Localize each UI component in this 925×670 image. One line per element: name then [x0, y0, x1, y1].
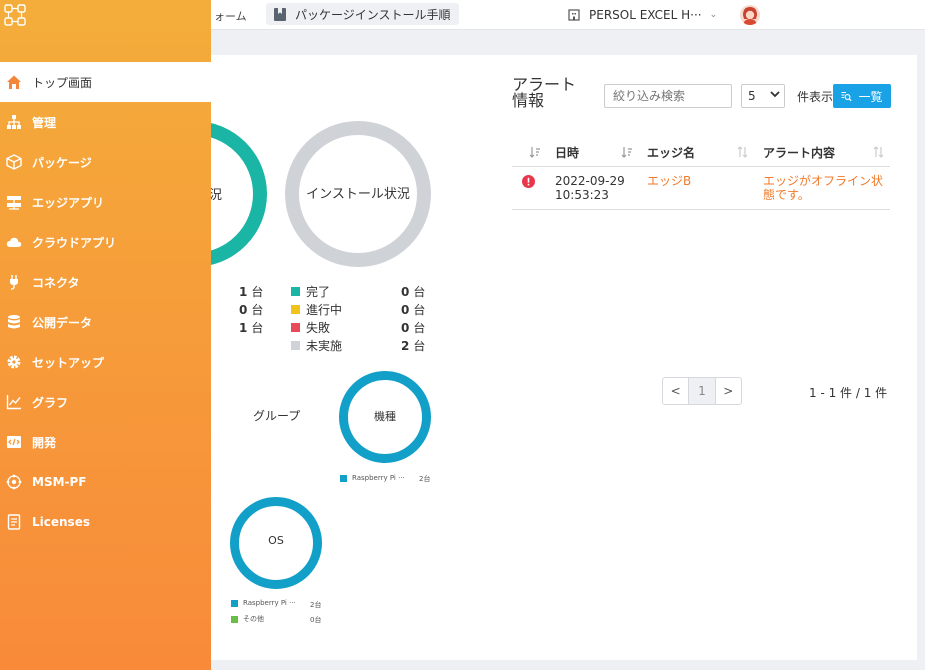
install-legend-complete: 完了: [291, 283, 330, 300]
sidebar-item-setup[interactable]: セットアップ: [0, 342, 211, 382]
sidebar: トップ画面 管理 パッケージ エッジアプリ クラウドアプリ コネクタ 公開データ…: [0, 0, 211, 670]
chevron-down-icon: ⌄: [709, 10, 718, 20]
sort-edge-name-icon[interactable]: [737, 146, 749, 158]
sidebar-item-public-data[interactable]: 公開データ: [0, 302, 211, 342]
sidebar-item-graph[interactable]: グラフ: [0, 382, 211, 422]
app-logo-icon[interactable]: [4, 4, 26, 26]
home-icon: [7, 75, 21, 89]
status-count-1: 1台: [239, 285, 264, 299]
model-donut-title: 機種: [374, 410, 396, 423]
building-icon: [568, 9, 580, 21]
dashboard-panel: 況 1台 0台 1台 インストール状況 完了 進行中 失敗 未実施 0台 0台 …: [121, 55, 917, 660]
user-avatar[interactable]: [740, 5, 760, 25]
search-list-icon: [841, 91, 853, 101]
sidebar-item-edge-app[interactable]: エッジアプリ: [0, 182, 211, 222]
sidebar-item-licenses[interactable]: Licenses: [0, 502, 211, 542]
pagination-prev-button[interactable]: <: [663, 378, 688, 404]
breadcrumb-fragment[interactable]: ォーム: [214, 8, 247, 24]
package-install-tab-label: パッケージインストール手順: [295, 7, 451, 22]
per-page-label: 件表示: [797, 90, 834, 104]
status-count-2: 0台: [239, 303, 264, 317]
os-legend-other-count: 0台: [310, 616, 322, 624]
page-size-select[interactable]: 5: [741, 84, 785, 108]
box-icon: [6, 154, 22, 170]
sidebar-item-connector[interactable]: コネクタ: [0, 262, 211, 302]
pagination-page-1[interactable]: 1: [688, 378, 716, 404]
install-count-failed: 0台: [401, 321, 426, 335]
alert-edge-name[interactable]: エッジB: [647, 174, 691, 188]
sidebar-item-msm-pf[interactable]: MSM-PF: [0, 462, 211, 502]
cloud-icon: [6, 237, 22, 247]
pagination-info: 1 - 1 件 / 1 件: [809, 386, 888, 400]
gear-icon: [7, 355, 21, 369]
pagination: < 1 >: [662, 377, 742, 405]
sitemap-icon: [7, 115, 21, 129]
sidebar-item-package[interactable]: パッケージ: [0, 142, 211, 182]
table-row-divider: [512, 209, 890, 210]
document-icon: [7, 514, 21, 530]
install-status-title: インストール状況: [306, 187, 410, 202]
sort-datetime-icon[interactable]: [621, 146, 633, 158]
error-alert-icon: [522, 175, 535, 188]
model-legend-item: Raspberry Pi ···: [340, 474, 405, 482]
column-header-edge-name: エッジ名: [647, 146, 696, 160]
os-legend-raspberry: Raspberry Pi ···: [231, 599, 296, 607]
alert-datetime: 2022-09-29 10:53:23: [555, 174, 625, 202]
alert-list-button[interactable]: 一覧: [833, 84, 891, 108]
pagination-next-button[interactable]: >: [716, 378, 741, 404]
alert-content: エッジがオフライン状 態です。: [763, 174, 884, 202]
alert-title: アラート 情報: [512, 75, 577, 110]
package-install-tab[interactable]: パッケージインストール手順: [266, 3, 459, 25]
bookmark-book-icon: [274, 7, 286, 21]
install-legend-in-progress: 進行中: [291, 301, 342, 318]
model-legend-count: 2台: [419, 475, 431, 483]
database-icon: [8, 315, 20, 329]
line-chart-icon: [6, 395, 21, 410]
alert-search-input[interactable]: [604, 84, 732, 108]
install-count-in-progress: 0台: [401, 303, 426, 317]
avatar-icon: [740, 5, 760, 25]
sidebar-item-management[interactable]: 管理: [0, 102, 211, 142]
install-legend-failed: 失敗: [291, 319, 330, 336]
group-label: グループ: [253, 409, 301, 423]
install-legend-not-run: 未実施: [291, 337, 342, 354]
sort-severity-icon[interactable]: [529, 146, 541, 158]
code-icon: [7, 436, 21, 448]
organization-selector[interactable]: PERSOL EXCEL H··· ⌄: [568, 8, 717, 22]
column-header-alert-content: アラート内容: [763, 146, 836, 160]
server-icon: [7, 196, 21, 210]
chevron-down-icon: [770, 91, 780, 98]
os-legend-other: その他: [231, 614, 264, 624]
organization-name: PERSOL EXCEL H···: [589, 8, 702, 22]
sort-alert-content-icon[interactable]: [873, 146, 885, 158]
sidebar-item-top[interactable]: トップ画面: [0, 62, 211, 102]
install-count-not-run: 2台: [401, 339, 426, 353]
sidebar-item-cloud-app[interactable]: クラウドアプリ: [0, 222, 211, 262]
plug-icon: [10, 275, 18, 290]
column-header-datetime: 日時: [555, 146, 580, 160]
status-count-3: 1台: [239, 321, 264, 335]
os-legend-raspberry-count: 2台: [310, 601, 322, 609]
install-count-complete: 0台: [401, 285, 426, 299]
table-header-divider: [512, 166, 890, 167]
network-icon: [6, 474, 22, 490]
sidebar-item-development[interactable]: 開発: [0, 422, 211, 462]
os-donut-title: OS: [268, 534, 284, 547]
